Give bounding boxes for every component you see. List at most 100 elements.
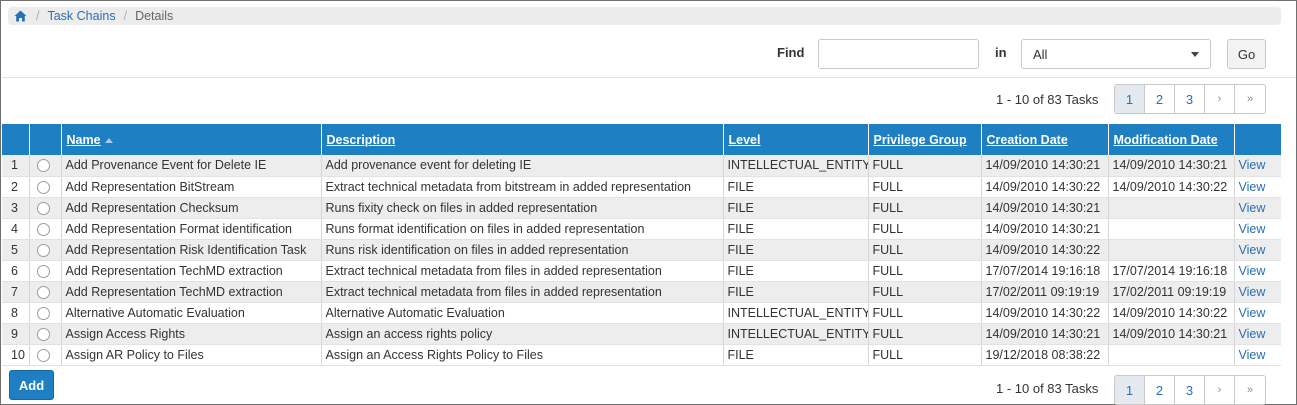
creation-date-cell: 14/09/2010 14:30:21 <box>981 197 1109 219</box>
add-button[interactable]: Add <box>9 370 54 400</box>
page-3-button[interactable]: 3 <box>1175 85 1205 113</box>
row-select-radio[interactable] <box>36 222 50 236</box>
view-link[interactable]: View <box>1239 264 1266 278</box>
breadcrumb: / Task Chains / Details <box>8 7 1281 25</box>
level-cell: INTELLECTUAL_ENTITY <box>723 302 869 324</box>
view-link[interactable]: View <box>1239 158 1266 172</box>
privilege-cell: FULL <box>868 323 982 345</box>
modification-date-cell: 14/09/2010 14:30:21 <box>1108 155 1235 177</box>
col-modification-date-header[interactable]: Modification Date <box>1108 124 1235 155</box>
last-page-button[interactable]: » <box>1235 85 1265 113</box>
task-name-cell: Add Representation Checksum <box>61 197 322 219</box>
privilege-cell: FULL <box>868 197 982 219</box>
row-select-radio[interactable] <box>36 201 50 215</box>
row-index: 1 <box>2 155 30 177</box>
col-privilege-header[interactable]: Privilege Group <box>868 124 982 155</box>
action-cell: View <box>1234 155 1281 177</box>
task-table: Name Description Level Privilege Group C… <box>2 124 1281 366</box>
page-3-button[interactable]: 3 <box>1175 376 1205 404</box>
level-cell: FILE <box>723 260 869 282</box>
col-select-header <box>29 124 62 155</box>
view-link[interactable]: View <box>1239 222 1266 236</box>
action-cell: View <box>1234 176 1281 198</box>
task-name-cell: Add Representation TechMD extraction <box>61 281 322 303</box>
creation-date-cell: 14/09/2010 14:30:21 <box>981 218 1109 240</box>
page-2-button[interactable]: 2 <box>1145 376 1175 404</box>
view-link[interactable]: View <box>1239 348 1266 362</box>
row-select-radio[interactable] <box>36 327 50 341</box>
select-cell <box>29 281 62 303</box>
task-name-cell: Add Representation TechMD extraction <box>61 260 322 282</box>
find-input[interactable] <box>818 39 979 69</box>
privilege-cell: FULL <box>868 155 982 177</box>
breadcrumb-separator: / <box>123 9 128 23</box>
last-page-button[interactable]: » <box>1235 376 1265 404</box>
row-select-radio[interactable] <box>36 180 50 194</box>
creation-date-cell: 14/09/2010 14:30:22 <box>981 176 1109 198</box>
view-link[interactable]: View <box>1239 285 1266 299</box>
select-cell <box>29 155 62 177</box>
scope-select[interactable]: All <box>1021 39 1211 69</box>
view-link[interactable]: View <box>1239 306 1266 320</box>
description-cell: Assign an Access Rights Policy to Files <box>321 344 724 366</box>
select-cell <box>29 323 62 345</box>
description-cell: Extract technical metadata from bitstrea… <box>321 176 724 198</box>
action-cell: View <box>1234 197 1281 219</box>
privilege-cell: FULL <box>868 218 982 240</box>
privilege-cell: FULL <box>868 176 982 198</box>
next-page-button[interactable]: › <box>1205 376 1235 404</box>
view-link[interactable]: View <box>1239 180 1266 194</box>
creation-date-cell: 17/07/2014 19:16:18 <box>981 260 1109 282</box>
table-row: 7 Add Representation TechMD extraction Ext… <box>2 281 1281 303</box>
select-cell <box>29 302 62 324</box>
view-link[interactable]: View <box>1239 243 1266 257</box>
find-label: Find <box>777 45 805 60</box>
action-cell: View <box>1234 218 1281 240</box>
pagination-summary-top: 1 - 10 of 83 Tasks <box>996 92 1099 107</box>
modification-date-cell: 17/07/2014 19:16:18 <box>1108 260 1235 282</box>
privilege-cell: FULL <box>868 302 982 324</box>
select-cell <box>29 176 62 198</box>
row-index: 6 <box>2 260 30 282</box>
view-link[interactable]: View <box>1239 201 1266 215</box>
col-creation-date-header[interactable]: Creation Date <box>981 124 1109 155</box>
go-button[interactable]: Go <box>1227 39 1266 69</box>
row-select-radio[interactable] <box>36 285 50 299</box>
col-description-header[interactable]: Description <box>321 124 724 155</box>
in-label: in <box>995 45 1007 60</box>
home-icon[interactable] <box>14 10 28 23</box>
table-row: 1 Add Provenance Event for Delete IE Add p… <box>2 155 1281 177</box>
col-level-header[interactable]: Level <box>723 124 869 155</box>
task-name-cell: Add Representation Risk Identification T… <box>61 239 322 261</box>
creation-date-cell: 19/12/2018 08:38:22 <box>981 344 1109 366</box>
row-index: 3 <box>2 197 30 219</box>
action-cell: View <box>1234 323 1281 345</box>
row-select-radio[interactable] <box>36 159 50 173</box>
page-1-button[interactable]: 1 <box>1115 376 1145 404</box>
row-select-radio[interactable] <box>36 243 50 257</box>
row-select-radio[interactable] <box>36 306 50 320</box>
table-row: 9 Assign Access Rights Assign an access ri… <box>2 323 1281 345</box>
col-name-header[interactable]: Name <box>61 124 322 155</box>
select-cell <box>29 218 62 240</box>
table-row: 3 Add Representation Checksum Runs fixity … <box>2 197 1281 219</box>
row-select-radio[interactable] <box>36 348 50 362</box>
table-row: 6 Add Representation TechMD extraction Ext… <box>2 260 1281 282</box>
row-select-radio[interactable] <box>36 264 50 278</box>
task-name-cell: Assign Access Rights <box>61 323 322 345</box>
table-header-row: Name Description Level Privilege Group C… <box>2 124 1281 155</box>
select-cell <box>29 260 62 282</box>
view-link[interactable]: View <box>1239 327 1266 341</box>
row-index: 10 <box>2 344 30 366</box>
modification-date-cell <box>1108 218 1235 240</box>
row-index: 7 <box>2 281 30 303</box>
pagination-summary-bottom: 1 - 10 of 83 Tasks <box>996 381 1099 396</box>
action-cell: View <box>1234 281 1281 303</box>
table-row: 2 Add Representation BitStream Extract tec… <box>2 176 1281 198</box>
modification-date-cell: 14/09/2010 14:30:22 <box>1108 176 1235 198</box>
next-page-button[interactable]: › <box>1205 85 1235 113</box>
privilege-cell: FULL <box>868 281 982 303</box>
breadcrumb-task-chains[interactable]: Task Chains <box>47 9 115 23</box>
page-2-button[interactable]: 2 <box>1145 85 1175 113</box>
page-1-button[interactable]: 1 <box>1115 85 1145 113</box>
